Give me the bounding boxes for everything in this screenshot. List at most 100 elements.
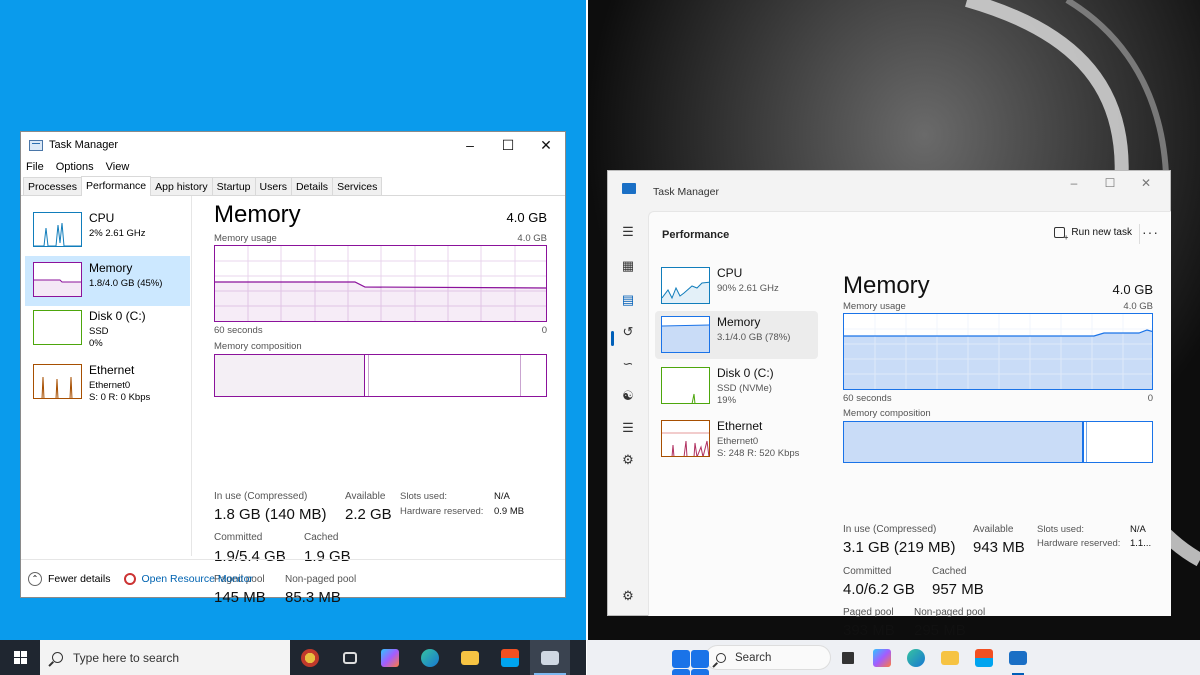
- taskbar-search-box[interactable]: Type here to search: [40, 640, 290, 675]
- committed-label: Committed: [214, 532, 263, 543]
- sidebar-item-label: Disk 0 (C:): [717, 366, 774, 380]
- maximize-button[interactable]: ☐: [489, 137, 527, 154]
- memory-composition-label: Memory composition: [214, 341, 302, 352]
- menu-options[interactable]: Options: [56, 161, 94, 173]
- details-icon[interactable]: ☰: [621, 421, 635, 435]
- nonpaged-pool-label: Non-paged pool: [914, 607, 986, 618]
- sidebar-item-label: Memory: [717, 315, 761, 329]
- sidebar-item-detail: SSD 0%: [89, 326, 109, 349]
- sidebar-item-memory[interactable]: Memory 1.8/4.0 GB (45%): [25, 256, 190, 306]
- file-explorer-icon[interactable]: [450, 640, 490, 675]
- startup-apps-icon[interactable]: ∽: [621, 357, 635, 371]
- processes-icon[interactable]: ▦: [621, 259, 635, 273]
- memory-thumbnail-graph: [661, 316, 710, 353]
- memory-composition-bar: [214, 354, 547, 397]
- in-use-value: 3.1 GB (219 MB): [843, 539, 956, 556]
- paged-pool-label: Paged pool: [843, 607, 894, 618]
- file-explorer-icon[interactable]: [933, 640, 967, 675]
- task-view-icon[interactable]: [330, 640, 370, 675]
- slots-used-value: N/A: [1130, 524, 1146, 535]
- sidebar-item-label: Ethernet: [89, 363, 135, 377]
- close-button[interactable]: ✕: [527, 137, 565, 154]
- chevron-up-icon[interactable]: ⌃: [28, 571, 42, 586]
- in-use-label: In use (Compressed): [214, 491, 308, 502]
- memory-total: 4.0 GB: [506, 210, 547, 225]
- more-options-button[interactable]: ···: [1142, 224, 1159, 240]
- sidebar-item-detail: Ethernet0 S: 248 R: 520 Kbps: [717, 436, 800, 459]
- page-header-title: Performance: [662, 229, 730, 241]
- start-button[interactable]: [0, 640, 40, 675]
- sidebar-item-detail: 90% 2.61 GHz: [717, 283, 779, 294]
- store-icon[interactable]: [490, 640, 530, 675]
- disk-thumbnail-graph: [661, 367, 710, 404]
- sidebar-item-ethernet[interactable]: Ethernet Ethernet0 S: 0 R: 0 Kbps: [25, 358, 190, 408]
- hamburger-menu-icon[interactable]: ☰: [621, 225, 635, 239]
- search-icon: [52, 652, 63, 663]
- slots-used-label: Slots used:: [400, 491, 447, 502]
- tab-processes[interactable]: Processes: [23, 177, 83, 195]
- tab-performance[interactable]: Performance: [81, 176, 152, 196]
- edge-icon[interactable]: [410, 640, 450, 675]
- minimize-button[interactable]: –: [1056, 176, 1092, 190]
- tab-startup[interactable]: Startup: [211, 177, 256, 195]
- sidebar-item-disk[interactable]: Disk 0 (C:) SSD 0%: [25, 304, 190, 354]
- tab-details[interactable]: Details: [290, 177, 334, 195]
- copilot-icon[interactable]: [370, 640, 410, 675]
- edge-icon[interactable]: [899, 640, 933, 675]
- page-title: Memory: [843, 272, 930, 299]
- axis-right-label: 0: [541, 325, 547, 336]
- committed-value: 4.0/6.2 GB: [843, 581, 915, 598]
- memory-composition-label: Memory composition: [843, 408, 931, 419]
- fewer-details-button[interactable]: Fewer details: [48, 573, 110, 585]
- menu-file[interactable]: File: [26, 161, 44, 173]
- ethernet-thumbnail-graph: [33, 364, 82, 399]
- app-history-icon[interactable]: ↺: [621, 325, 635, 339]
- win10-task-manager-window: Task Manager – ☐ ✕ File Options View Pro…: [20, 131, 566, 606]
- resource-monitor-icon: [124, 572, 137, 585]
- tab-strip: Processes Performance App history Startu…: [21, 176, 565, 196]
- win11-title-bar[interactable]: Task Manager – ☐ ✕: [608, 171, 1170, 211]
- task-view-icon[interactable]: [831, 640, 865, 675]
- open-resource-monitor-link[interactable]: Open Resource Monitor: [141, 573, 252, 585]
- minimize-button[interactable]: –: [451, 137, 489, 154]
- available-value: 2.2 GB: [345, 506, 392, 523]
- taskbar-search-box[interactable]: Search: [705, 645, 831, 670]
- sidebar-item-cpu[interactable]: CPU 2% 2.61 GHz: [25, 206, 190, 256]
- hardware-reserved-value: 0.9 MB: [494, 506, 525, 517]
- tab-users[interactable]: Users: [254, 177, 292, 195]
- cached-label: Cached: [932, 566, 967, 577]
- copilot-icon[interactable]: [865, 640, 899, 675]
- hardware-reserved-label: Hardware reserved:: [1037, 538, 1121, 549]
- sidebar-item-disk[interactable]: Disk 0 (C:) SSD (NVMe) 19%: [655, 362, 818, 410]
- menu-view[interactable]: View: [106, 161, 130, 173]
- tab-app-history[interactable]: App history: [150, 177, 213, 195]
- maximize-button[interactable]: ☐: [1092, 176, 1128, 190]
- win10-taskbar: Type here to search: [0, 640, 587, 675]
- sidebar-item-label: Memory: [89, 261, 133, 275]
- hardware-reserved-label: Hardware reserved:: [400, 506, 484, 517]
- run-new-task-button[interactable]: Run new task: [1054, 227, 1132, 242]
- memory-usage-label: Memory usage: [843, 301, 906, 312]
- close-button[interactable]: ✕: [1128, 176, 1164, 190]
- win10-title-bar[interactable]: Task Manager – ☐ ✕: [21, 132, 565, 158]
- sidebar-item-cpu[interactable]: CPU 90% 2.61 GHz: [655, 262, 818, 310]
- task-manager-taskbar-icon[interactable]: [1001, 640, 1035, 675]
- nav-rail: ☰ ▦ ▤ ↺ ∽ ☯ ☰ ⚙ ⚙: [608, 211, 648, 617]
- performance-icon[interactable]: ▤: [621, 293, 635, 307]
- services-icon[interactable]: ⚙: [621, 453, 635, 467]
- sidebar-item-memory[interactable]: Memory 3.1/4.0 GB (78%): [655, 311, 818, 359]
- hardware-reserved-value: 1.1...: [1130, 538, 1152, 549]
- tab-services[interactable]: Services: [332, 177, 383, 195]
- users-icon[interactable]: ☯: [621, 389, 635, 403]
- medal-icon[interactable]: [290, 640, 330, 675]
- search-icon: [716, 652, 726, 663]
- start-button[interactable]: [663, 640, 709, 675]
- sidebar-item-label: CPU: [717, 266, 743, 280]
- task-manager-taskbar-icon[interactable]: [530, 640, 570, 675]
- store-icon[interactable]: [967, 640, 1001, 675]
- settings-icon[interactable]: ⚙: [621, 589, 635, 603]
- available-label: Available: [973, 524, 1014, 535]
- win11-taskbar: Search: [587, 640, 1200, 675]
- cpu-thumbnail-graph: [33, 212, 82, 247]
- sidebar-item-ethernet[interactable]: Ethernet Ethernet0 S: 248 R: 520 Kbps: [655, 415, 818, 463]
